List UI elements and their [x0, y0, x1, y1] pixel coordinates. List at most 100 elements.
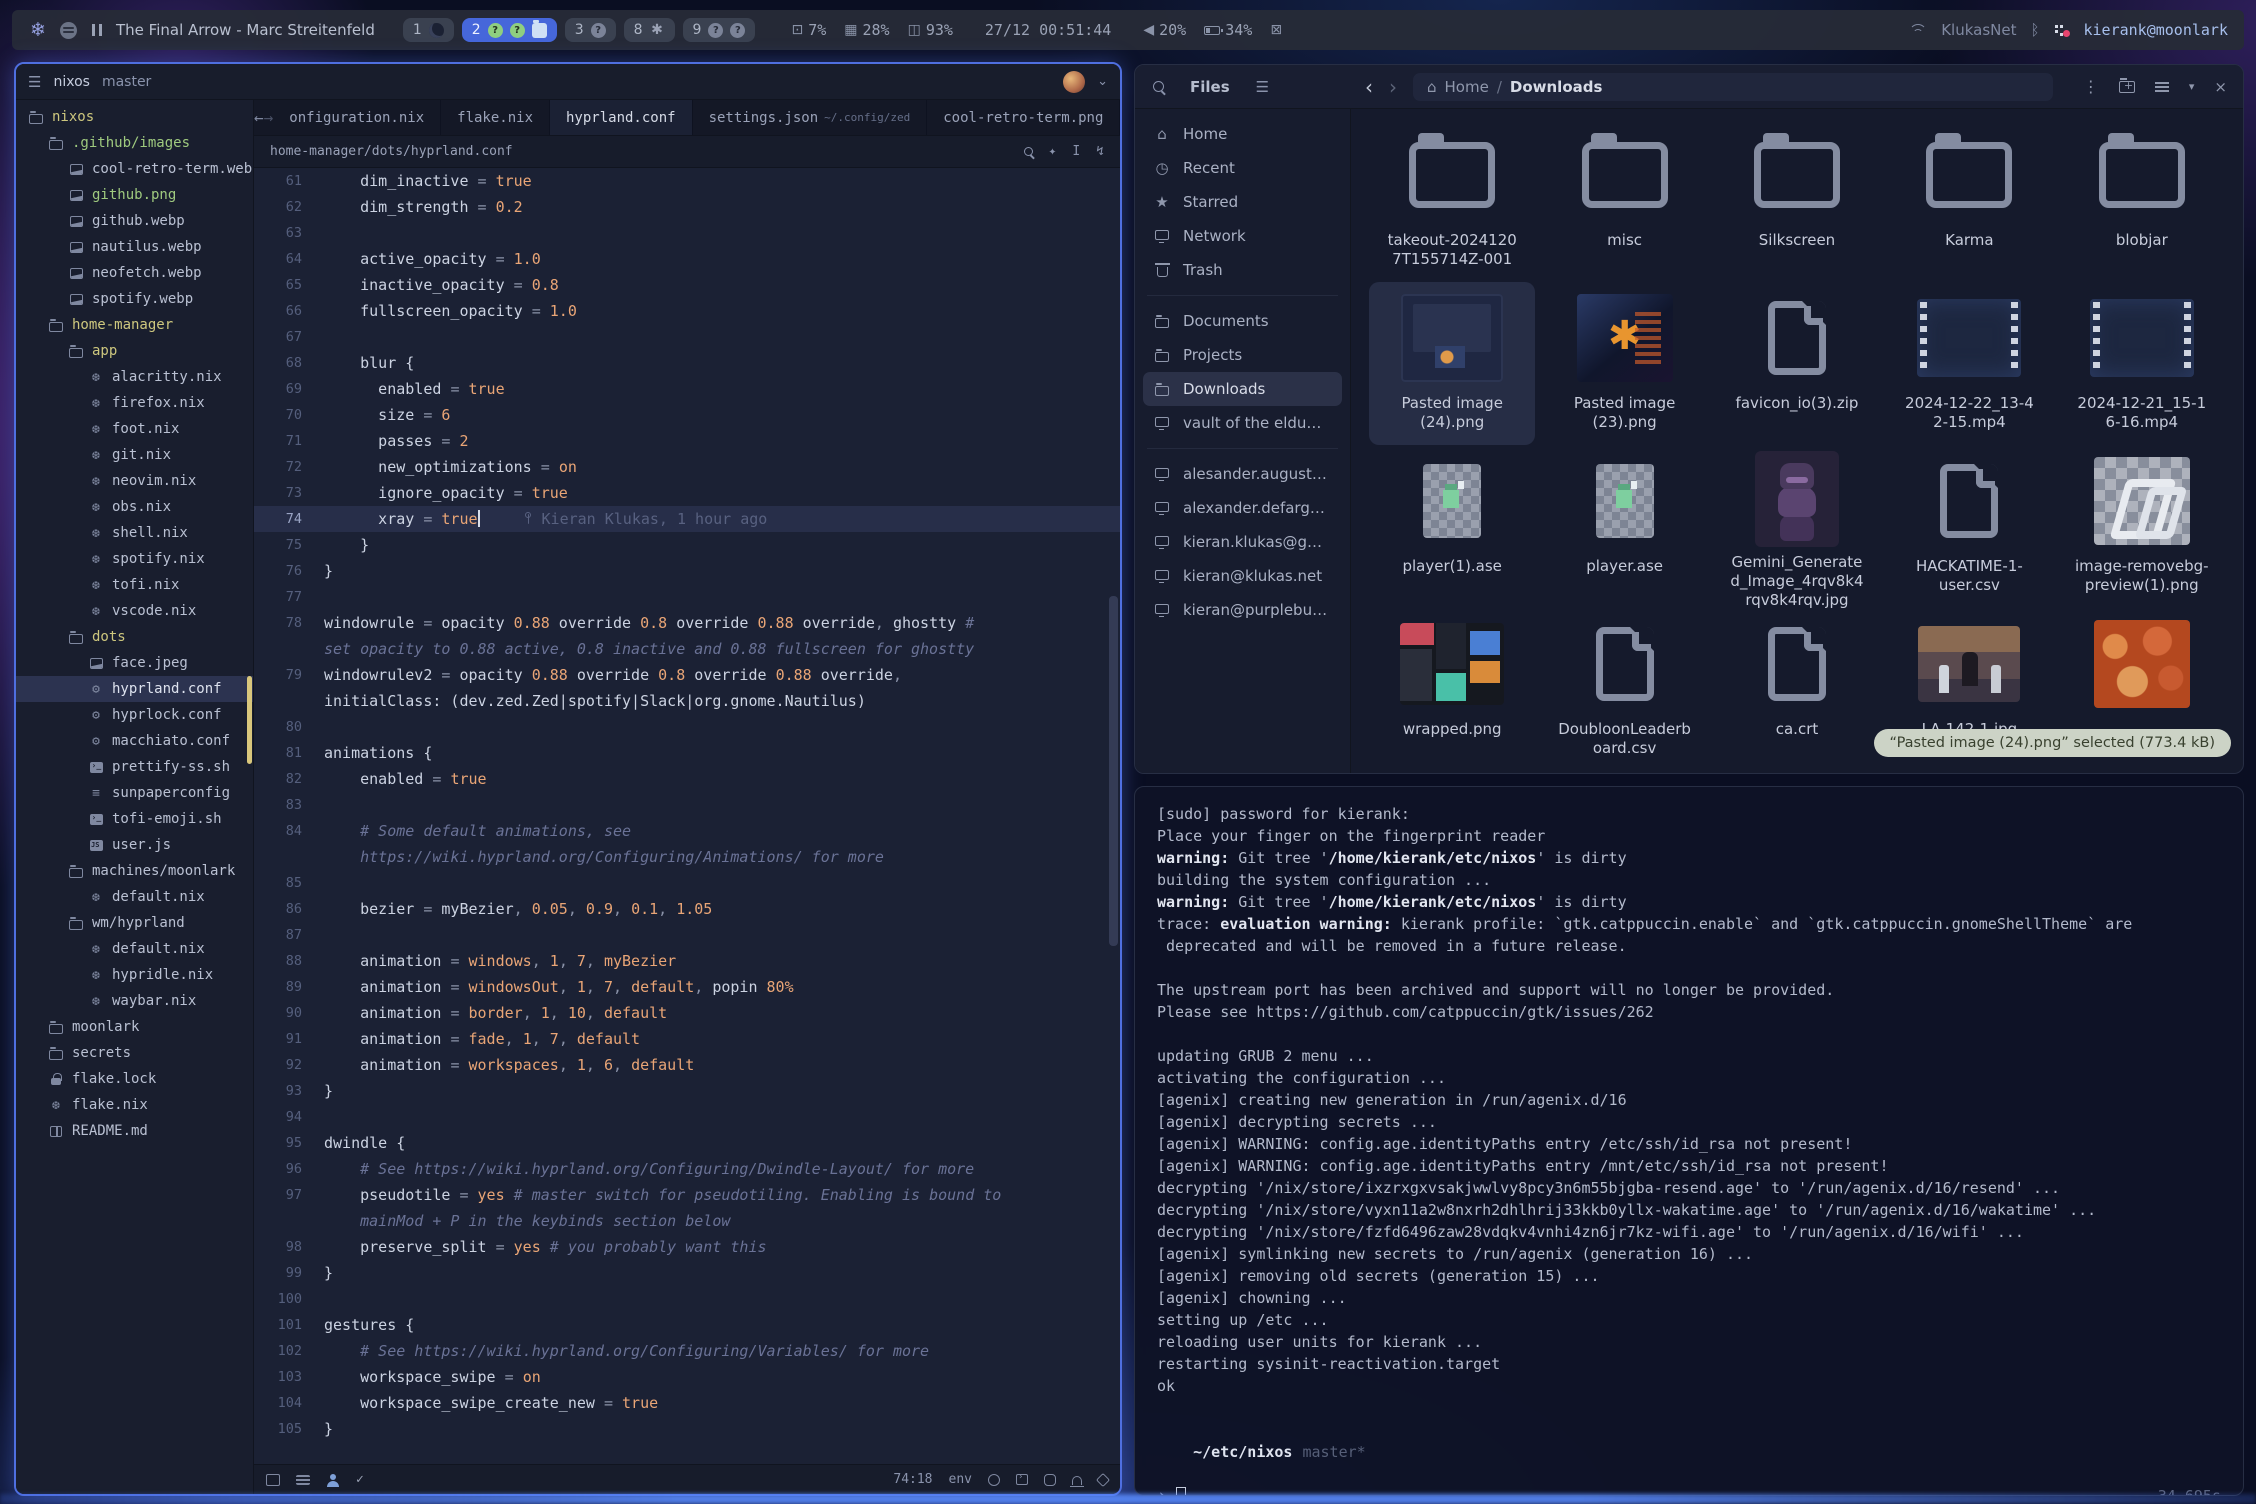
workspace-8[interactable]: 8✱ [624, 18, 675, 42]
sidebar-item-network[interactable]: Network [1143, 219, 1342, 253]
forward-button[interactable]: › [1389, 75, 1397, 99]
chevron-down-icon[interactable]: ⌄ [1097, 74, 1108, 89]
tree-item-git-nix[interactable]: ❆git.nix [16, 442, 253, 468]
code-line-75[interactable]: 75 } [254, 532, 1120, 558]
code-line-93[interactable]: 93} [254, 1078, 1120, 1104]
tree-item-prettify-ss-sh[interactable]: prettify-ss.sh [16, 754, 253, 780]
code-line-99[interactable]: 99} [254, 1260, 1120, 1286]
tree-item-neovim-nix[interactable]: ❆neovim.nix [16, 468, 253, 494]
back-button[interactable]: ‹ [1365, 75, 1373, 99]
code-line-91[interactable]: 91 animation = fade, 1, 7, default [254, 1026, 1120, 1052]
close-icon[interactable]: × [2214, 78, 2227, 96]
code-line-80[interactable]: 80 [254, 714, 1120, 740]
nav-back-button[interactable]: ← [254, 100, 264, 135]
zed-titlebar[interactable]: ☰ nixos master ⌄ [16, 64, 1120, 100]
files-headerbar[interactable]: Files ☰ ‹ › ⌂ Home / Downloads ⋮ ▾ × [1135, 65, 2243, 109]
collab-icon[interactable] [326, 1474, 340, 1486]
code-line-wrap[interactable]: initialClass: (dev.zed.Zed|spotify|Slack… [254, 688, 1120, 714]
sidebar-item-kieran-klukas-g-[interactable]: kieran.klukas@g… [1143, 525, 1342, 559]
tree-item-firefox-nix[interactable]: ❆firefox.nix [16, 390, 253, 416]
file-item-2024-12-21-15-1[interactable]: 2024-12-21_15-1 6-16.mp4 [2059, 282, 2225, 445]
mic-muted-icon[interactable]: ⊠ [1270, 22, 1282, 38]
file-item-hackatime-1-[interactable]: HACKATIME-1- user.csv [1886, 445, 2052, 608]
tree-item-waybar-nix[interactable]: ❆waybar.nix [16, 988, 253, 1014]
crumb-home[interactable]: Home [1445, 78, 1489, 96]
tree-item-macchiato-conf[interactable]: ⚙macchiato.conf [16, 728, 253, 754]
sidebar-item-kieran-klukas-net[interactable]: kieran@klukas.net [1143, 559, 1342, 593]
file-item-ca-crt[interactable]: ca.crt [1714, 608, 1880, 771]
file-item-image-removebg-[interactable]: image-removebg- preview(1).png [2059, 445, 2225, 608]
search-icon[interactable] [1153, 81, 1164, 92]
workspace-9[interactable]: 9?? [683, 18, 756, 42]
code-line-81[interactable]: 81animations { [254, 740, 1120, 766]
extensions-icon[interactable] [1096, 1472, 1110, 1486]
code-line-wrap[interactable]: https://wiki.hyprland.org/Configuring/An… [254, 844, 1120, 870]
wifi-icon[interactable] [1909, 24, 1927, 36]
files-menu-icon[interactable]: ☰ [1256, 78, 1269, 96]
sidebar-item-downloads[interactable]: Downloads [1143, 372, 1342, 406]
code-line-101[interactable]: 101gestures { [254, 1312, 1120, 1338]
tab-r[interactable]: R [1120, 100, 1122, 135]
tab-onfiguration-nix[interactable]: onfiguration.nix [273, 100, 441, 135]
sidebar-item-vault-of-the-eldu-[interactable]: vault of the eldu… [1143, 406, 1342, 440]
sidebar-item-recent[interactable]: ◷Recent [1143, 151, 1342, 185]
file-item-karma[interactable]: Karma [1886, 119, 2052, 282]
tree-item-cool-retro-term-webp[interactable]: cool-retro-term.webp [16, 156, 253, 182]
tree-item-readme-md[interactable]: README.md [16, 1118, 253, 1144]
code-line-95[interactable]: 95dwindle { [254, 1130, 1120, 1156]
code-line-66[interactable]: 66 fullscreen_opacity = 1.0 [254, 298, 1120, 324]
code-line-74[interactable]: 74 xray = trueKieran Klukas, 1 hour ago [254, 506, 1120, 532]
tree-item-hyprland-conf[interactable]: ⚙hyprland.conf [16, 676, 253, 702]
tree-item-sunpaperconfig[interactable]: ≡sunpaperconfig [16, 780, 253, 806]
code-line-92[interactable]: 92 animation = workspaces, 1, 6, default [254, 1052, 1120, 1078]
network-name[interactable]: KlukasNet [1941, 21, 2016, 39]
tree-item-face-jpeg[interactable]: face.jpeg [16, 650, 253, 676]
zap-icon[interactable]: ↯ [1096, 144, 1104, 159]
tree-item-home-manager[interactable]: home-manager [16, 312, 253, 338]
code-line-65[interactable]: 65 inactive_opacity = 0.8 [254, 272, 1120, 298]
code-line-84[interactable]: 84 # Some default animations, see [254, 818, 1120, 844]
code-line-100[interactable]: 100 [254, 1286, 1120, 1312]
tree-item-vscode-nix[interactable]: ❆vscode.nix [16, 598, 253, 624]
code-line-86[interactable]: 86 bezier = myBezier, 0.05, 0.9, 0.1, 1.… [254, 896, 1120, 922]
file-item-player-ase[interactable]: player.ase [1541, 445, 1707, 608]
tree-item-default-nix[interactable]: ❆default.nix [16, 936, 253, 962]
file-item-wrapped-png[interactable]: wrapped.png [1369, 608, 1535, 771]
tree-item-hypridle-nix[interactable]: ❆hypridle.nix [16, 962, 253, 988]
code-line-96[interactable]: 96 # See https://wiki.hyprland.org/Confi… [254, 1156, 1120, 1182]
code-line-70[interactable]: 70 size = 6 [254, 402, 1120, 428]
code-line-98[interactable]: 98 preserve_split = yes # you probably w… [254, 1234, 1120, 1260]
tree-item-secrets[interactable]: secrets [16, 1040, 253, 1066]
text-cursor-icon[interactable]: I [1072, 144, 1080, 159]
tree-item-moonlark[interactable]: moonlark [16, 1014, 253, 1040]
pause-icon[interactable] [92, 24, 102, 36]
inline-assist-icon[interactable]: ✦ [1049, 144, 1057, 159]
terminal-icon[interactable] [1016, 1474, 1028, 1485]
tree-item-machines-moonlark[interactable]: machines/moonlark [16, 858, 253, 884]
tree-item-default-nix[interactable]: ❆default.nix [16, 884, 253, 910]
sidebar-item-home[interactable]: ⌂Home [1143, 117, 1342, 151]
code-line-64[interactable]: 64 active_opacity = 1.0 [254, 246, 1120, 272]
tree-item-spotify-webp[interactable]: spotify.webp [16, 286, 253, 312]
tab-settings-json[interactable]: settings.json~/.config/zed [693, 100, 928, 135]
diff-icon[interactable] [266, 1474, 280, 1486]
cursor-position[interactable]: 74:18 [893, 1472, 932, 1487]
code-line-73[interactable]: 73 ignore_opacity = true [254, 480, 1120, 506]
chat-icon[interactable] [1044, 1474, 1056, 1486]
terminal-window[interactable]: [sudo] password for kierank:Place your f… [1134, 786, 2244, 1496]
view-toggle-icon[interactable] [2155, 82, 2169, 92]
code-line-63[interactable]: 63 [254, 220, 1120, 246]
code-editor[interactable]: 61 dim_inactive = true62 dim_strength = … [254, 168, 1120, 1464]
tree-item-spotify-nix[interactable]: ❆spotify.nix [16, 546, 253, 572]
copilot-icon[interactable] [988, 1474, 1000, 1486]
breadcrumb[interactable]: home-manager/dots/hyprland.conf [270, 144, 513, 159]
code-line-wrap[interactable]: set opacity to 0.88 active, 0.8 inactive… [254, 636, 1120, 662]
tree-item-shell-nix[interactable]: ❆shell.nix [16, 520, 253, 546]
tab-hyprland-conf[interactable]: hyprland.conf [550, 100, 693, 135]
file-item-silkscreen[interactable]: Silkscreen [1714, 119, 1880, 282]
code-line-71[interactable]: 71 passes = 2 [254, 428, 1120, 454]
code-line-103[interactable]: 103 workspace_swipe = on [254, 1364, 1120, 1390]
code-line-76[interactable]: 76} [254, 558, 1120, 584]
code-line-68[interactable]: 68 blur { [254, 350, 1120, 376]
nixos-logo-icon[interactable]: ❄ [28, 20, 48, 40]
